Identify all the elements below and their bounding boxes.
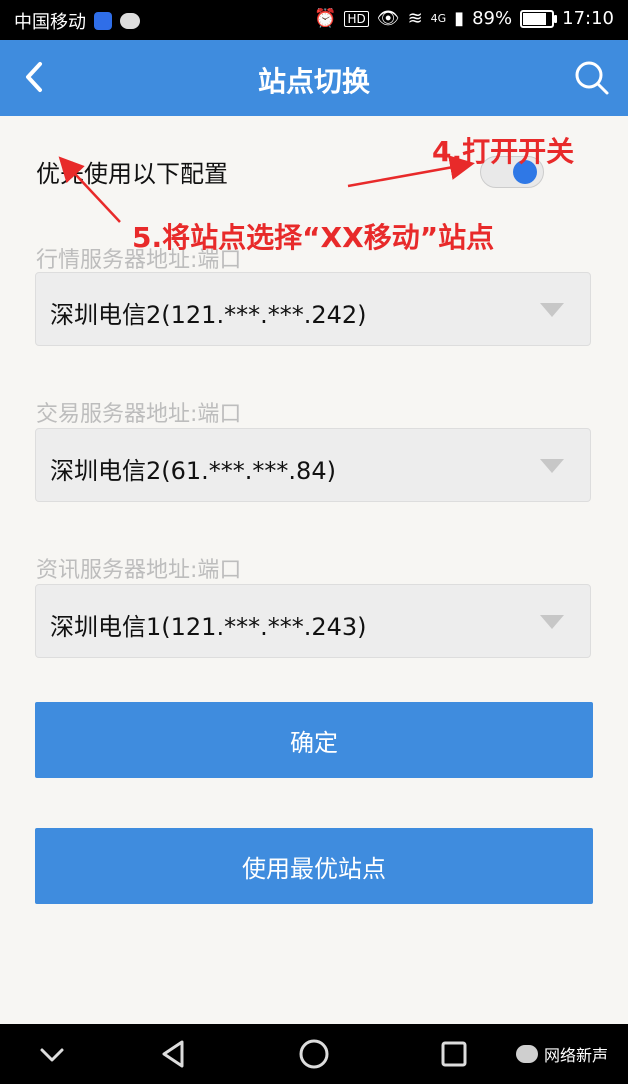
brand-label: 网络新声 [543, 1046, 608, 1065]
carrier-label: 中国移动 [14, 12, 86, 33]
page-title: 站点切换 [257, 65, 370, 98]
brand-watermark: 网络新声 [515, 1042, 608, 1066]
hd-badge: HD [344, 10, 369, 27]
dropdown-arrow-icon [540, 459, 564, 473]
use-best-site-button[interactable]: 使用最优站点 [35, 828, 593, 904]
annotation-step5: 5.将站点选择“XX移动”站点 [132, 221, 495, 254]
recent-apps-icon[interactable] [434, 1034, 474, 1074]
info-server-value: 深圳电信1(121.***.***.243) [50, 613, 367, 641]
home-circle-icon[interactable] [294, 1034, 334, 1074]
shield-icon [94, 12, 112, 30]
wifi-icon: ≋ [407, 8, 423, 29]
app-bar: 站点切换 [0, 40, 628, 116]
alarm-icon: ⏰ [314, 8, 337, 29]
signal-icon: ▮ [454, 8, 465, 29]
annotation-step4: 4.打开开关 [432, 135, 575, 168]
back-triangle-icon[interactable] [154, 1034, 194, 1074]
info-server-label: 资讯服务器地址:端口 [36, 558, 242, 583]
eye-icon: 👁 [376, 8, 400, 29]
search-icon[interactable] [574, 60, 610, 96]
trade-server-label: 交易服务器地址:端口 [36, 402, 242, 427]
trade-server-select[interactable]: 深圳电信2(61.***.***.84) [35, 428, 591, 502]
battery-icon [520, 9, 558, 28]
system-nav-bar: 网络新声 [0, 1024, 628, 1084]
chevron-down-icon[interactable] [32, 1034, 72, 1074]
confirm-button[interactable]: 确定 [35, 702, 593, 778]
wechat-icon [120, 13, 140, 29]
clock: 17:10 [562, 8, 614, 29]
status-bar: 中国移动 ⏰ HD 👁 ≋ 4G ▮ 89% 17:10 [0, 0, 628, 40]
network-type: 4G [430, 12, 447, 25]
status-right: ⏰ HD 👁 ≋ 4G ▮ 89% 17:10 [314, 8, 614, 29]
info-server-select[interactable]: 深圳电信1(121.***.***.243) [35, 584, 591, 658]
battery-fill [523, 12, 547, 25]
wechat-icon [515, 1045, 538, 1063]
main-content: 优先使用以下配置 行情服务器地址:端口 深圳电信2(121.***.***.24… [0, 116, 628, 1024]
status-left: 中国移动 [14, 8, 140, 34]
battery-percent: 89% [472, 8, 513, 29]
dropdown-arrow-icon [540, 615, 564, 629]
trade-server-value: 深圳电信2(61.***.***.84) [50, 457, 336, 485]
